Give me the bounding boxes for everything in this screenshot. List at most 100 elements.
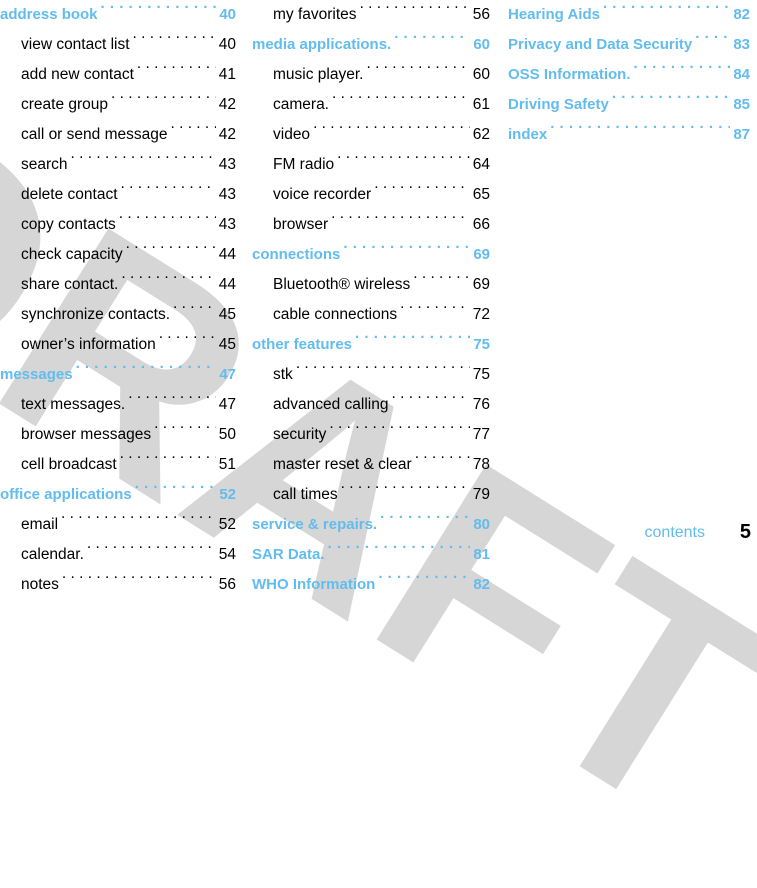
toc-entry-page-number: 77: [472, 426, 490, 443]
toc-heading-row[interactable]: address book 40: [0, 0, 236, 30]
toc-entry-label: OSS Information.: [508, 66, 631, 83]
toc-entry-page-number: 40: [219, 6, 236, 23]
toc-heading-row[interactable]: index 87: [508, 120, 750, 150]
toc-entry-label: view contact list: [21, 36, 130, 53]
toc-entry-label: advanced calling: [273, 396, 389, 413]
toc-entry-page-number: 65: [472, 186, 490, 203]
toc-item-row[interactable]: FM radio 64: [252, 150, 490, 180]
toc-item-row[interactable]: delete contact 43: [0, 180, 236, 210]
toc-entry-page-number: 62: [472, 126, 490, 143]
toc-item-row[interactable]: notes 56: [0, 570, 236, 600]
toc-entry-page-number: 60: [472, 66, 490, 83]
toc-item-row[interactable]: cell broadcast 51: [0, 450, 236, 480]
toc-dot-leader: [71, 154, 216, 170]
toc-item-row[interactable]: voice recorder 65: [252, 180, 490, 210]
toc-entry-label: music player.: [273, 66, 364, 83]
toc-item-row[interactable]: call times 79: [252, 480, 490, 510]
toc-entry-label: Driving Safety: [508, 96, 609, 113]
toc-item-row[interactable]: add new contact 41: [0, 60, 236, 90]
toc-heading-row[interactable]: Driving Safety 85: [508, 90, 750, 120]
toc-entry-page-number: 79: [472, 486, 490, 503]
toc-item-row[interactable]: master reset & clear 78: [252, 450, 490, 480]
toc-entry-page-number: 61: [472, 96, 490, 113]
toc-entry-label: delete contact: [21, 186, 118, 203]
toc-entry-page-number: 47: [219, 366, 236, 383]
toc-entry-page-number: 69: [473, 246, 490, 263]
toc-heading-row[interactable]: office applications 52: [0, 480, 236, 510]
toc-item-row[interactable]: browser 66: [252, 210, 490, 240]
toc-heading-row[interactable]: OSS Information. 84: [508, 60, 750, 90]
toc-entry-label: address book: [0, 6, 98, 23]
toc-item-row[interactable]: browser messages 50: [0, 420, 236, 450]
toc-item-row[interactable]: copy contacts 43: [0, 210, 236, 240]
toc-dot-leader: [120, 454, 216, 470]
page-footer: contents 5: [0, 512, 757, 546]
toc-entry-page-number: 72: [472, 306, 490, 323]
toc-dot-leader: [135, 484, 217, 499]
toc-entry-label: owner’s information: [21, 336, 156, 353]
toc-entry-label: office applications: [0, 486, 132, 503]
toc-entry-label: WHO Information: [252, 576, 376, 593]
toc-dot-leader: [159, 334, 216, 350]
toc-item-row[interactable]: view contact list 40: [0, 30, 236, 60]
toc-dot-leader: [133, 34, 216, 50]
toc-item-row[interactable]: owner’s information 45: [0, 330, 236, 360]
toc-entry-label: FM radio: [273, 156, 335, 173]
toc-entry-label: synchronize contacts.: [21, 306, 171, 323]
toc-heading-row[interactable]: other features 75: [252, 330, 490, 360]
toc-dot-leader: [695, 34, 730, 49]
toc-entry-page-number: 64: [472, 156, 490, 173]
toc-entry-page-number: 45: [218, 306, 236, 323]
toc-entry-page-number: 84: [733, 66, 750, 83]
toc-dot-leader: [62, 574, 216, 590]
toc-item-row[interactable]: share contact. 44: [0, 270, 236, 300]
toc-heading-row[interactable]: connections 69: [252, 240, 490, 270]
toc-dot-leader: [343, 244, 470, 259]
toc-entry-label: share contact.: [21, 276, 119, 293]
toc-entry-page-number: 56: [218, 576, 236, 593]
toc-entry-page-number: 43: [218, 156, 236, 173]
toc-item-row[interactable]: music player. 60: [252, 60, 490, 90]
toc-item-row[interactable]: call or send message 42: [0, 120, 236, 150]
toc-entry-page-number: 44: [218, 246, 236, 263]
toc-entry-page-number: 75: [472, 366, 490, 383]
toc-entry-label: text messages.: [21, 396, 126, 413]
toc-item-row[interactable]: check capacity 44: [0, 240, 236, 270]
toc-entry-page-number: 82: [733, 6, 750, 23]
toc-heading-row[interactable]: messages 47: [0, 360, 236, 390]
toc-item-row[interactable]: search 43: [0, 150, 236, 180]
toc-item-row[interactable]: synchronize contacts. 45: [0, 300, 236, 330]
toc-dot-leader: [296, 364, 470, 380]
toc-item-row[interactable]: Bluetooth® wireless 69: [252, 270, 490, 300]
toc-entry-label: browser messages: [21, 426, 152, 443]
toc-item-row[interactable]: stk 75: [252, 360, 490, 390]
toc-entry-page-number: 51: [218, 456, 236, 473]
toc-item-row[interactable]: advanced calling 76: [252, 390, 490, 420]
toc-entry-page-number: 78: [472, 456, 490, 473]
toc-dot-leader: [400, 304, 470, 320]
toc-item-row[interactable]: my favorites 56: [252, 0, 490, 30]
toc-entry-page-number: 40: [218, 36, 236, 53]
toc-item-row[interactable]: security 77: [252, 420, 490, 450]
toc-item-row[interactable]: text messages. 47: [0, 390, 236, 420]
toc-item-row[interactable]: video 62: [252, 120, 490, 150]
table-of-contents-page: address book 40 view contact list 40 add new…: [0, 0, 757, 594]
toc-entry-page-number: 45: [218, 336, 236, 353]
toc-item-row[interactable]: create group 42: [0, 90, 236, 120]
toc-heading-row[interactable]: Hearing Aids 82: [508, 0, 750, 30]
toc-dot-leader: [121, 184, 216, 200]
toc-entry-page-number: 41: [218, 66, 236, 83]
toc-item-row[interactable]: cable connections 72: [252, 300, 490, 330]
toc-heading-row[interactable]: Privacy and Data Security 83: [508, 30, 750, 60]
toc-dot-leader: [154, 424, 216, 440]
toc-entry-label: add new contact: [21, 66, 134, 83]
toc-dot-leader: [355, 334, 470, 349]
toc-entry-label: voice recorder: [273, 186, 372, 203]
toc-entry-label: check capacity: [21, 246, 123, 263]
toc-dot-leader: [128, 394, 216, 410]
toc-heading-row[interactable]: media applications. 60: [252, 30, 490, 60]
toc-item-row[interactable]: camera. 61: [252, 90, 490, 120]
toc-dot-leader: [634, 64, 731, 79]
toc-dot-leader: [331, 214, 470, 230]
toc-heading-row[interactable]: WHO Information 82: [252, 570, 490, 600]
